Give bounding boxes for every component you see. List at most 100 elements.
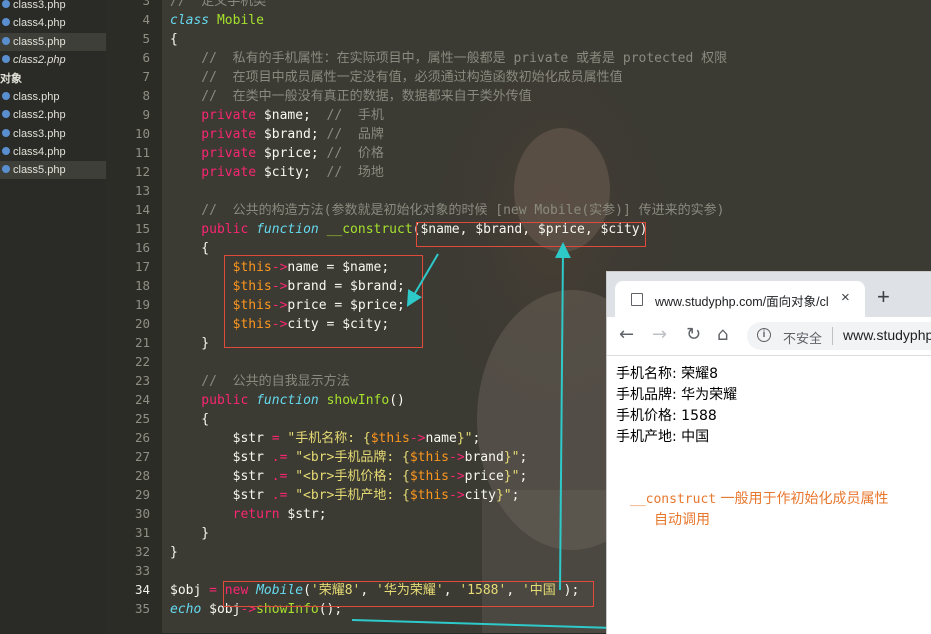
code-line: // 在项目中成员属性一定没有值，必须通过构造函数初始化成员属性值 [170, 68, 622, 87]
sidebar-file-item[interactable]: class.php [0, 88, 106, 106]
sidebar-file-item[interactable]: class4.php [0, 143, 106, 161]
code-token: $city; [256, 165, 311, 180]
php-file-icon [2, 0, 10, 9]
code-token: // 手机 [310, 108, 384, 123]
code-token: }" [495, 488, 512, 503]
line-number-gutter: 3 4 5 6 7 8 9 10 11 12 13 14 15 16 17 18 19 20 21 22 23 24 25 2… [106, 0, 162, 633]
code-token: $str; [279, 507, 327, 522]
line-number: 5 [142, 31, 150, 46]
line-number: 9 [142, 107, 150, 122]
code-token: ; [472, 431, 481, 446]
sidebar-file-item[interactable]: class2.php [0, 106, 106, 124]
reload-icon[interactable]: ↻ [686, 325, 701, 345]
code-token: -> [449, 488, 465, 503]
code-line: return $str; [170, 505, 327, 524]
sidebar-file-item[interactable]: class3.php [0, 125, 106, 143]
code-line: private $city; // 场地 [170, 163, 384, 182]
code-token: -> [449, 450, 465, 465]
php-file-icon [2, 110, 10, 119]
line-number: 23 [134, 373, 150, 388]
output-line: 手机品牌: 华为荣耀 [616, 387, 738, 403]
output-line: 手机产地: 中国 [616, 429, 710, 445]
code-line: // 公共的自我显示方法 [170, 372, 349, 391]
code-line: $str .= "<br>手机产地: {$this->city}"; [170, 486, 520, 505]
code-line: { [170, 30, 178, 49]
tab-title: www.studyphp.com/面向对象/cl [655, 295, 829, 309]
line-number: 32 [134, 544, 150, 559]
constructor-params-box [416, 222, 646, 247]
code-token: ; [511, 488, 520, 503]
url-text[interactable]: www.studyphp [843, 327, 931, 343]
line-number: 28 [134, 468, 150, 483]
sidebar-file-item[interactable]: class5.php [0, 161, 106, 179]
sidebar-file-item[interactable]: class2.php [0, 51, 106, 69]
sidebar-item-label: class4.php [13, 146, 66, 158]
sidebar-file-item[interactable]: class5.php [0, 33, 106, 51]
code-token: { [170, 241, 210, 256]
tab-close-icon[interactable]: × [841, 289, 850, 306]
line-number: 13 [134, 183, 150, 198]
line-number: 27 [134, 449, 150, 464]
forward-icon[interactable]: → [652, 325, 667, 345]
code-line: $str .= "<br>手机价格: {$this->price}"; [170, 467, 528, 486]
code-token: // 品牌 [318, 127, 384, 142]
sidebar-folder[interactable]: 对象 [0, 70, 106, 88]
line-number: 12 [134, 164, 150, 179]
code-token: } [170, 526, 210, 541]
code-token: }" [503, 469, 520, 484]
code-token: private [170, 127, 257, 142]
info-icon[interactable]: i [757, 328, 771, 342]
browser-tab[interactable]: www.studyphp.com/面向对象/cl × [615, 281, 865, 317]
sidebar-item-label: class4.php [13, 17, 66, 29]
line-number: 25 [134, 411, 150, 426]
sidebar-item-label: 对象 [0, 73, 22, 85]
browser-window: www.studyphp.com/面向对象/cl × + ← → ↻ ⌂ i 不… [606, 271, 931, 634]
back-icon[interactable]: ← [619, 325, 634, 345]
code-token: = [271, 431, 280, 446]
line-number: 29 [134, 487, 150, 502]
line-number: 11 [134, 145, 150, 160]
code-token: // 定义手机类 [170, 0, 267, 9]
code-token: $brand; [256, 127, 319, 142]
code-token: $price; [256, 146, 319, 161]
sidebar-file-item[interactable]: class3.php [0, 0, 106, 14]
new-tab-icon[interactable]: + [877, 286, 890, 308]
code-token: name [425, 431, 457, 446]
home-icon[interactable]: ⌂ [717, 325, 728, 345]
code-line: // 公共的构造方法(参数就是初始化对象的时候 [new Mobile(实参)]… [170, 201, 725, 220]
code-token: }" [503, 450, 520, 465]
code-line: // 在类中一般没有真正的数据，数据都来自于类外传值 [170, 87, 531, 106]
code-token: private [170, 146, 257, 161]
code-token: // 场地 [310, 165, 384, 180]
code-token: } [170, 336, 210, 351]
code-line: $str .= "<br>手机品牌: {$this->brand}"; [170, 448, 528, 467]
line-number: 35 [134, 601, 150, 616]
line-number: 21 [134, 335, 150, 350]
code-token: $obj [170, 583, 210, 598]
code-line: } [170, 543, 178, 562]
code-token: ; [519, 469, 528, 484]
code-token: () [389, 393, 405, 408]
sidebar-file-item[interactable]: class4.php [0, 14, 106, 32]
output-line: 手机名称: 荣耀8 [616, 366, 719, 382]
annotation-note: __construct 一般用于作初始化成员属性 [630, 488, 889, 508]
address-bar[interactable]: i 不安全 www.studyphp [747, 322, 931, 350]
sidebar-item-label: class2.php [13, 54, 66, 66]
line-number: 4 [142, 12, 150, 27]
line-number: 26 [134, 430, 150, 445]
code-token: -> [449, 469, 465, 484]
code-token: return [170, 507, 280, 522]
php-file-icon [2, 147, 10, 156]
sidebar-item-label: class2.php [13, 109, 66, 121]
php-file-icon [2, 92, 10, 101]
code-line: // 私有的手机属性：在实际项目中，属性一般都是 private 或者是 pro… [170, 49, 727, 68]
code-token: __construct [326, 222, 413, 237]
code-token: // 公共的构造方法(参数就是初始化对象的时候 [new Mobile(实参)]… [170, 203, 725, 218]
code-token: "<br>手机价格: { [287, 469, 410, 484]
code-token: } [170, 545, 178, 560]
line-number: 14 [134, 202, 150, 217]
code-token: -> [409, 431, 426, 446]
